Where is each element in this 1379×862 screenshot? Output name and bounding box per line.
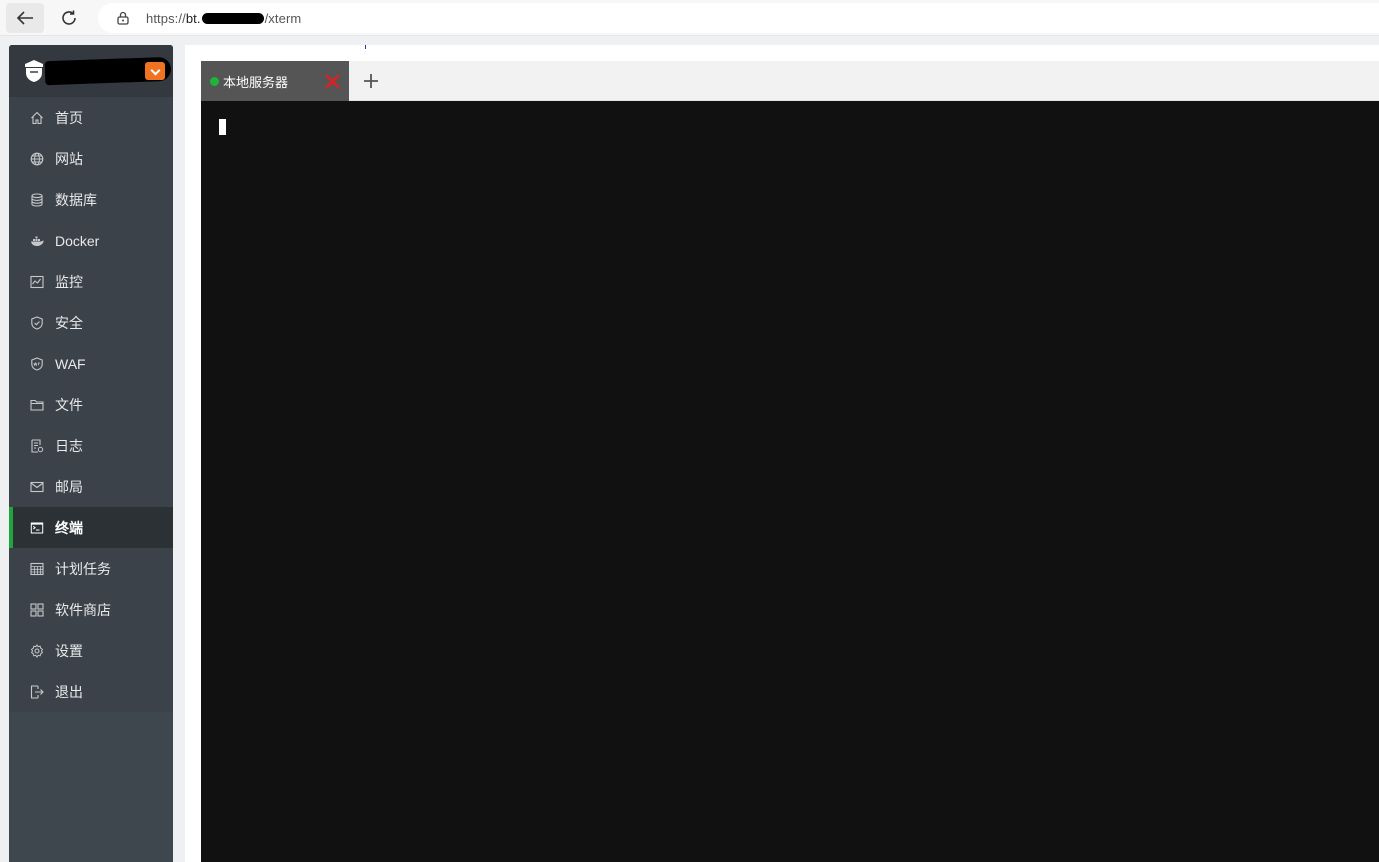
sidebar-item-label: 网站 (55, 150, 83, 167)
docker-icon (29, 233, 45, 249)
calendar-icon (29, 561, 45, 577)
sidebar-header (9, 45, 173, 97)
decorative-mark (365, 45, 366, 49)
sidebar-item-app-store[interactable]: 软件商店 (9, 589, 173, 630)
sidebar-item-logs[interactable]: 日志 (9, 425, 173, 466)
sidebar-item-home[interactable]: 首页 (9, 97, 173, 138)
mail-icon (29, 479, 45, 495)
terminal-cursor (219, 119, 226, 135)
url-text: https://bt. /xterm (146, 11, 301, 26)
logo-icon (25, 60, 43, 82)
sidebar-item-label: 首页 (55, 109, 83, 126)
sidebar-item-website[interactable]: 网站 (9, 138, 173, 179)
gear-icon (29, 643, 45, 659)
sidebar-empty-area (9, 712, 173, 862)
browser-toolbar: https://bt. /xterm (0, 0, 1379, 36)
sidebar-item-label: WAF (55, 355, 86, 372)
url-path: /xterm (264, 10, 302, 26)
back-button[interactable] (6, 3, 44, 33)
folder-icon (29, 397, 45, 413)
apps-icon (29, 602, 45, 618)
sidebar-item-monitor[interactable]: 监控 (9, 261, 173, 302)
sidebar-item-mail[interactable]: 邮局 (9, 466, 173, 507)
sidebar-item-files[interactable]: 文件 (9, 384, 173, 425)
sidebar-item-terminal[interactable]: 终端 (9, 507, 173, 548)
main-content: 本地服务器 (185, 45, 1379, 862)
sidebar-item-label: 监控 (55, 273, 83, 290)
sidebar-item-docker[interactable]: Docker (9, 220, 173, 261)
monitor-icon (29, 274, 45, 290)
sidebar-item-security[interactable]: 安全 (9, 302, 173, 343)
update-badge[interactable] (145, 62, 165, 80)
lock-icon (116, 10, 130, 26)
sidebar-item-label: Docker (55, 232, 100, 249)
add-tab-button[interactable] (359, 69, 383, 93)
sidebar-item-logout[interactable]: 退出 (9, 671, 173, 712)
terminal-icon (29, 520, 45, 536)
redacted-mask (201, 12, 264, 24)
logout-icon (29, 684, 45, 700)
close-icon[interactable] (325, 74, 340, 89)
sidebar-item-label: 日志 (55, 437, 83, 454)
sidebar-item-label: 软件商店 (55, 601, 111, 618)
globe-icon (29, 151, 45, 167)
sidebar-item-label: 设置 (55, 642, 83, 659)
reload-icon (62, 10, 76, 25)
reload-button[interactable] (50, 3, 88, 33)
connection-status-dot (210, 76, 219, 86)
sidebar-item-label: 计划任务 (55, 560, 111, 577)
sidebar-item-label: 安全 (55, 314, 83, 331)
home-icon (29, 110, 45, 126)
shield-icon (29, 315, 45, 331)
sidebar-item-label: 退出 (55, 683, 83, 700)
log-icon (29, 438, 45, 454)
database-icon (29, 192, 45, 208)
plus-icon (364, 74, 378, 88)
terminal-tab-bar: 本地服务器 (201, 61, 1379, 101)
sidebar-item-cron[interactable]: 计划任务 (9, 548, 173, 589)
sidebar-item-label: 邮局 (55, 478, 83, 495)
waf-shield-icon (29, 356, 45, 372)
sidebar-menu: 首页 网站 数据库 Docker 监控 安全 WAF 文件 日志 邮局 终端 计… (9, 97, 173, 712)
sidebar-item-database[interactable]: 数据库 (9, 179, 173, 220)
terminal-tab-local-server[interactable]: 本地服务器 (201, 61, 349, 101)
sidebar-item-label: 终端 (55, 519, 83, 536)
sidebar: 首页 网站 数据库 Docker 监控 安全 WAF 文件 日志 邮局 终端 计… (9, 45, 173, 862)
url-prefix: https:// (146, 10, 186, 26)
url-host: bt. (185, 10, 201, 26)
sidebar-item-label: 文件 (55, 396, 83, 413)
terminal-screen[interactable] (201, 101, 1379, 862)
sidebar-item-label: 数据库 (55, 191, 97, 208)
sidebar-item-waf[interactable]: WAF (9, 343, 173, 384)
page-body: 首页 网站 数据库 Docker 监控 安全 WAF 文件 日志 邮局 终端 计… (0, 36, 1379, 862)
arrow-left-icon (16, 11, 33, 25)
address-bar[interactable]: https://bt. /xterm (98, 3, 1379, 33)
sidebar-item-settings[interactable]: 设置 (9, 630, 173, 671)
tab-label: 本地服务器 (223, 74, 289, 90)
